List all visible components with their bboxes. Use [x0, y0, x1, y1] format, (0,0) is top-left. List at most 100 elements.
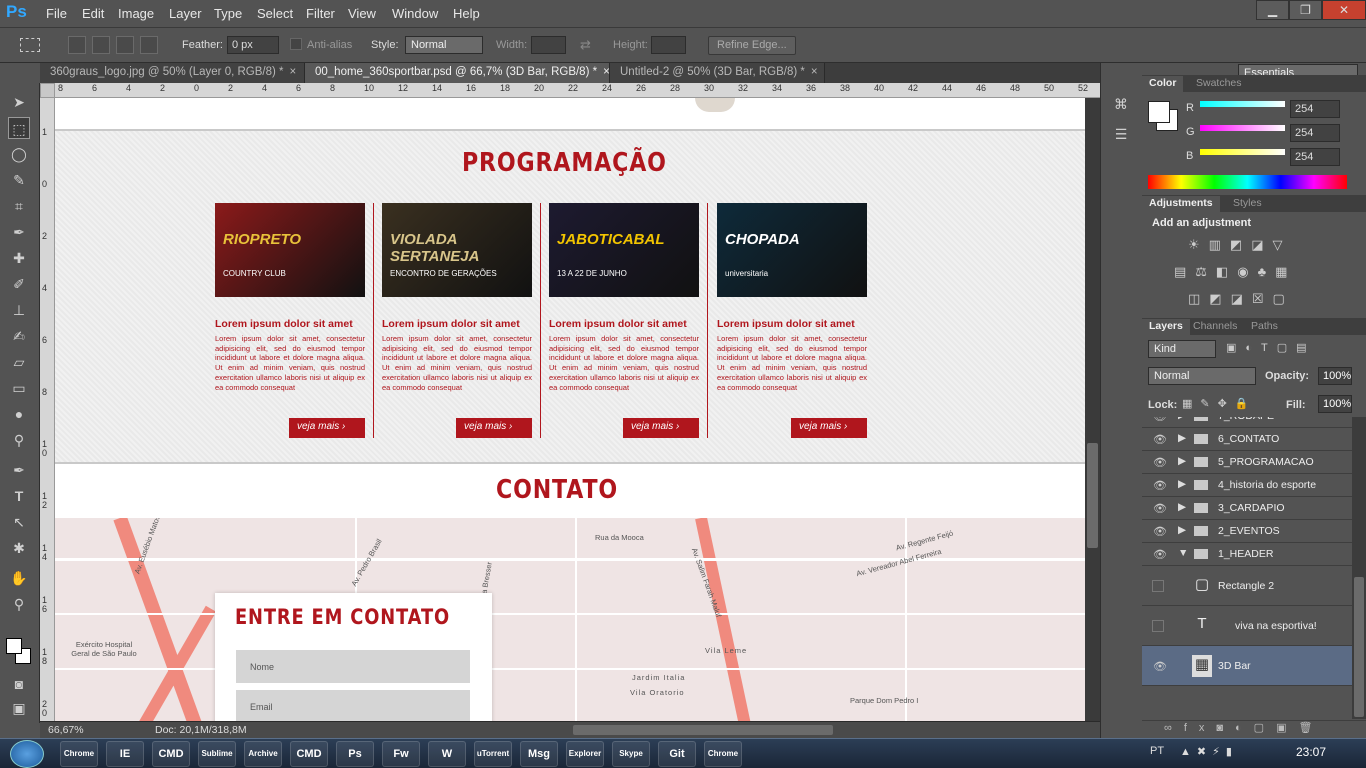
color-spectrum[interactable]: [1148, 175, 1347, 189]
menu-window[interactable]: Window: [392, 6, 438, 21]
visibility-toggle[interactable]: [1152, 580, 1164, 592]
visibility-eye-icon[interactable]: 👁: [1153, 525, 1167, 538]
chevron-right-icon[interactable]: ▶: [1178, 501, 1186, 513]
gradient-tool-icon[interactable]: ▭: [8, 377, 30, 399]
layer-row[interactable]: 👁 ▶ 5_PROGRAMACAO: [1142, 451, 1352, 474]
veja-mais-button[interactable]: veja mais ›: [623, 418, 699, 438]
eraser-tool-icon[interactable]: ▱: [8, 351, 30, 373]
chevron-down-icon[interactable]: ▼: [1178, 547, 1188, 559]
layers-scrollbar[interactable]: [1352, 417, 1366, 719]
visibility-eye-icon[interactable]: 👁: [1153, 456, 1167, 469]
layer-filter-icons[interactable]: ▣◐T▢▤: [1226, 341, 1316, 354]
taskbar-app-icon[interactable]: W: [428, 741, 466, 767]
chevron-right-icon[interactable]: ▶: [1178, 524, 1186, 536]
chevron-right-icon[interactable]: ▶: [1178, 417, 1186, 421]
minimize-button[interactable]: ▁: [1256, 0, 1289, 20]
dodge-tool-icon[interactable]: ⚲: [8, 429, 30, 451]
visibility-eye-icon[interactable]: 👁: [1153, 660, 1167, 673]
g-input[interactable]: 254: [1290, 124, 1340, 142]
b-input[interactable]: 254: [1290, 148, 1340, 166]
doc-tab-active[interactable]: 00_home_360sportbar.psd @ 66,7% (3D Bar,…: [305, 63, 610, 83]
layer-name[interactable]: 6_CONTATO: [1218, 433, 1279, 445]
close-icon[interactable]: ×: [603, 66, 610, 78]
event-poster[interactable]: CHOPADA universitaria: [717, 203, 867, 297]
layer-row[interactable]: 👁 ▶ 6_CONTATO: [1142, 428, 1352, 451]
horizontal-scrollbar-thumb[interactable]: [573, 725, 833, 735]
tab-swatches[interactable]: Swatches: [1189, 76, 1249, 92]
lock-icons[interactable]: ▦✎✥🔒: [1182, 397, 1257, 410]
feather-input[interactable]: 0 px: [227, 36, 279, 54]
taskbar-app-icon[interactable]: Chrome: [704, 741, 742, 767]
foreground-color-swatch[interactable]: [1148, 101, 1170, 123]
menu-file[interactable]: File: [46, 6, 67, 21]
menu-filter[interactable]: Filter: [306, 6, 335, 21]
veja-mais-button[interactable]: veja mais ›: [289, 418, 365, 438]
visibility-eye-icon[interactable]: 👁: [1153, 433, 1167, 446]
style-select[interactable]: Normal: [405, 36, 483, 54]
scrollbar-thumb[interactable]: [1354, 577, 1364, 717]
layer-name[interactable]: 4_historia do esporte: [1218, 479, 1316, 491]
layer-name[interactable]: 5_PROGRAMACAO: [1218, 456, 1314, 468]
b-slider[interactable]: [1200, 149, 1285, 155]
layer-row[interactable]: ▢ Rectangle 2: [1142, 566, 1352, 606]
menu-help[interactable]: Help: [453, 6, 480, 21]
visibility-toggle[interactable]: [1152, 620, 1164, 632]
layers-footer-icons[interactable]: ∞fx◙◐▢▣🗑: [1142, 720, 1366, 738]
menu-image[interactable]: Image: [118, 6, 154, 21]
taskbar-app-icon[interactable]: CMD: [290, 741, 328, 767]
tab-paths[interactable]: Paths: [1244, 319, 1285, 335]
menu-type[interactable]: Type: [214, 6, 242, 21]
close-icon[interactable]: ×: [290, 66, 297, 78]
map-area[interactable]: Av. Eusébio Matoso Av. Pedro Brasil Rua …: [55, 518, 1085, 721]
layer-row[interactable]: Tviva na esportiva!: [1142, 606, 1352, 646]
type-tool-icon[interactable]: T: [8, 485, 30, 507]
layer-row[interactable]: 👁 ▶ 7_RODAPE: [1142, 417, 1352, 428]
layer-name[interactable]: 3D Bar: [1218, 660, 1251, 672]
lasso-tool-icon[interactable]: ◯: [8, 143, 30, 165]
refine-edge-button[interactable]: Refine Edge...: [708, 36, 796, 55]
g-slider[interactable]: [1200, 125, 1285, 131]
adjustment-icons-row[interactable]: ▤⚖◧◉♣▦: [1174, 264, 1296, 280]
doc-tab[interactable]: Untitled-2 @ 50% (3D Bar, RGB/8) * ×: [610, 63, 825, 83]
zoom-level[interactable]: 66,67%: [48, 724, 84, 736]
layer-name[interactable]: 1_HEADER: [1218, 548, 1273, 560]
subtract-selection-icon[interactable]: [116, 36, 134, 54]
r-input[interactable]: 254: [1290, 100, 1340, 118]
tab-layers[interactable]: Layers: [1142, 319, 1190, 335]
move-tool-icon[interactable]: ➤: [8, 91, 30, 113]
layer-name[interactable]: viva na esportiva!: [1235, 620, 1317, 632]
layer-name[interactable]: 2_EVENTOS: [1218, 525, 1280, 537]
hand-tool-icon[interactable]: ✋: [8, 567, 30, 589]
chevron-right-icon[interactable]: ▶: [1178, 432, 1186, 444]
blur-tool-icon[interactable]: ●: [8, 403, 30, 425]
foreground-color-swatch[interactable]: [6, 638, 22, 654]
close-button[interactable]: ✕: [1322, 0, 1366, 20]
menu-layer[interactable]: Layer: [169, 6, 202, 21]
crop-tool-icon[interactable]: ⌗: [8, 195, 30, 217]
pen-tool-icon[interactable]: ✒: [8, 459, 30, 481]
layer-name[interactable]: Rectangle 2: [1218, 580, 1274, 592]
taskbar-app-icon[interactable]: Sublime: [198, 741, 236, 767]
email-input[interactable]: Email: [236, 690, 470, 721]
chevron-right-icon[interactable]: ▶: [1178, 478, 1186, 490]
tab-adjustments[interactable]: Adjustments: [1142, 196, 1220, 212]
add-selection-icon[interactable]: [92, 36, 110, 54]
brush-tool-icon[interactable]: ✐: [8, 273, 30, 295]
history-brush-icon[interactable]: ✍: [8, 325, 30, 347]
stamp-tool-icon[interactable]: ⊥: [8, 299, 30, 321]
healing-brush-icon[interactable]: ✚: [8, 247, 30, 269]
visibility-eye-icon[interactable]: 👁: [1153, 548, 1167, 561]
start-button[interactable]: [10, 740, 44, 768]
veja-mais-button[interactable]: veja mais ›: [456, 418, 532, 438]
taskbar-app-icon[interactable]: Skype: [612, 741, 650, 767]
menu-view[interactable]: View: [348, 6, 376, 21]
menu-edit[interactable]: Edit: [82, 6, 104, 21]
layer-row[interactable]: 👁 ▦ 3D Bar: [1142, 646, 1352, 686]
event-poster[interactable]: JABOTICABAL 13 A 22 DE JUNHO: [549, 203, 699, 297]
clock[interactable]: 23:07: [1296, 745, 1326, 759]
screen-mode-icon[interactable]: ▣: [8, 697, 30, 719]
layer-row[interactable]: 👁 ▼ 1_HEADER: [1142, 543, 1352, 566]
scrollbar-thumb[interactable]: [1087, 443, 1098, 548]
tab-channels[interactable]: Channels: [1186, 319, 1244, 335]
quick-select-icon[interactable]: ✎: [8, 169, 30, 191]
